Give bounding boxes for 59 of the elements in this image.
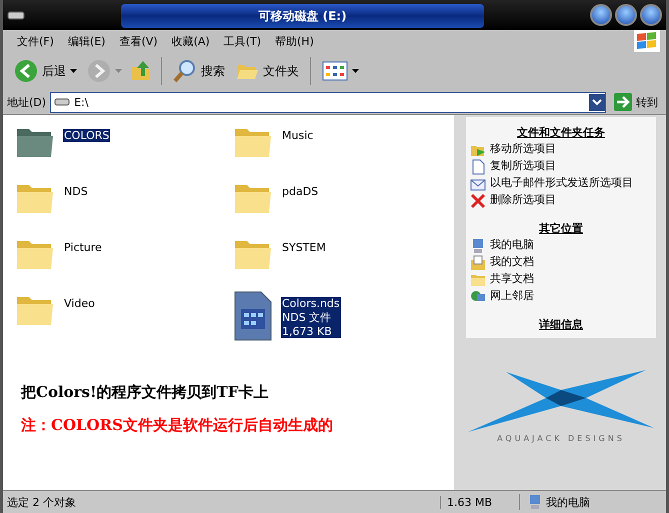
task-link[interactable]: 以电子邮件形式发送所选项目 xyxy=(490,176,633,190)
note-text: 注：COLORS文件夹是软件运行后自动生成的 xyxy=(21,416,334,435)
section-title[interactable]: 文件和文件夹任务 xyxy=(470,125,652,140)
program-file-icon[interactable] xyxy=(233,291,273,341)
menu-item[interactable]: 查看(V) xyxy=(113,34,164,48)
address-label: 地址(D) xyxy=(7,94,46,110)
close-button[interactable] xyxy=(640,4,662,26)
address-field[interactable]: E:\ xyxy=(50,92,606,112)
arrow-right-icon xyxy=(614,93,632,111)
status-size: 1.63 MB xyxy=(440,496,519,508)
task-link[interactable]: 共享文档 xyxy=(490,272,534,286)
computer-icon xyxy=(528,494,542,510)
minimize-button[interactable] xyxy=(590,4,612,26)
views-icon xyxy=(322,61,348,81)
logo-caption: AQUAJACK DESIGNS xyxy=(497,434,625,443)
task-link[interactable]: 我的文档 xyxy=(490,255,534,269)
folder-icon xyxy=(470,272,486,288)
caret-icon[interactable] xyxy=(70,69,77,73)
search-icon xyxy=(173,59,197,83)
x-logo-icon xyxy=(466,368,656,432)
drive-icon xyxy=(54,97,70,107)
menu-item[interactable]: 收藏(A) xyxy=(166,34,216,48)
search-button[interactable]: 搜索 xyxy=(170,57,228,85)
folder-label[interactable]: Video xyxy=(63,297,96,310)
section-title[interactable]: 详细信息 xyxy=(470,317,652,332)
window-title: 可移动磁盘 (E:) xyxy=(258,8,347,24)
task-link[interactable]: 删除所选项目 xyxy=(490,193,556,207)
folder-label[interactable]: pdaDS xyxy=(281,185,320,198)
cross-icon xyxy=(470,193,486,209)
chevron-down-icon xyxy=(592,98,602,106)
windows-flag-icon xyxy=(634,30,660,52)
folder-label[interactable]: COLORS xyxy=(63,129,110,142)
computer-icon xyxy=(470,238,486,254)
dropdown-button[interactable] xyxy=(589,94,605,110)
go-button[interactable]: 转到 xyxy=(610,93,662,111)
maximize-button[interactable] xyxy=(615,4,637,26)
document-folder-icon xyxy=(470,255,486,271)
task-link[interactable]: 复制所选项目 xyxy=(490,159,556,173)
menu-item[interactable]: 帮助(H) xyxy=(269,34,320,48)
back-button[interactable]: 后退 xyxy=(11,57,80,85)
folders-button[interactable]: 文件夹 xyxy=(232,58,302,84)
task-link[interactable]: 我的电脑 xyxy=(490,238,534,252)
file-label[interactable]: Colors.nds NDS 文件 1,673 KB xyxy=(281,297,341,338)
document-icon xyxy=(470,159,486,175)
task-link[interactable]: 移动所选项目 xyxy=(490,142,556,156)
status-selection: 选定 2 个对象 xyxy=(6,494,77,510)
section-title[interactable]: 其它位置 xyxy=(470,221,652,236)
folder-label[interactable]: SYSTEM xyxy=(281,241,327,254)
menu-item[interactable]: 编辑(E) xyxy=(62,34,112,48)
status-location: 我的电脑 xyxy=(546,494,590,510)
task-link[interactable]: 网上邻居 xyxy=(490,289,534,303)
drive-icon xyxy=(7,10,25,20)
folder-label[interactable]: Picture xyxy=(63,241,103,254)
note-text: 把Colors!的程序文件拷贝到TF卡上 xyxy=(21,383,270,402)
menu-item[interactable]: 工具(T) xyxy=(218,34,267,48)
menu-item[interactable]: 文件(F) xyxy=(11,34,60,48)
caret-icon[interactable] xyxy=(352,69,359,73)
folder-label[interactable]: NDS xyxy=(63,185,89,198)
folder-label[interactable]: Music xyxy=(281,129,314,142)
